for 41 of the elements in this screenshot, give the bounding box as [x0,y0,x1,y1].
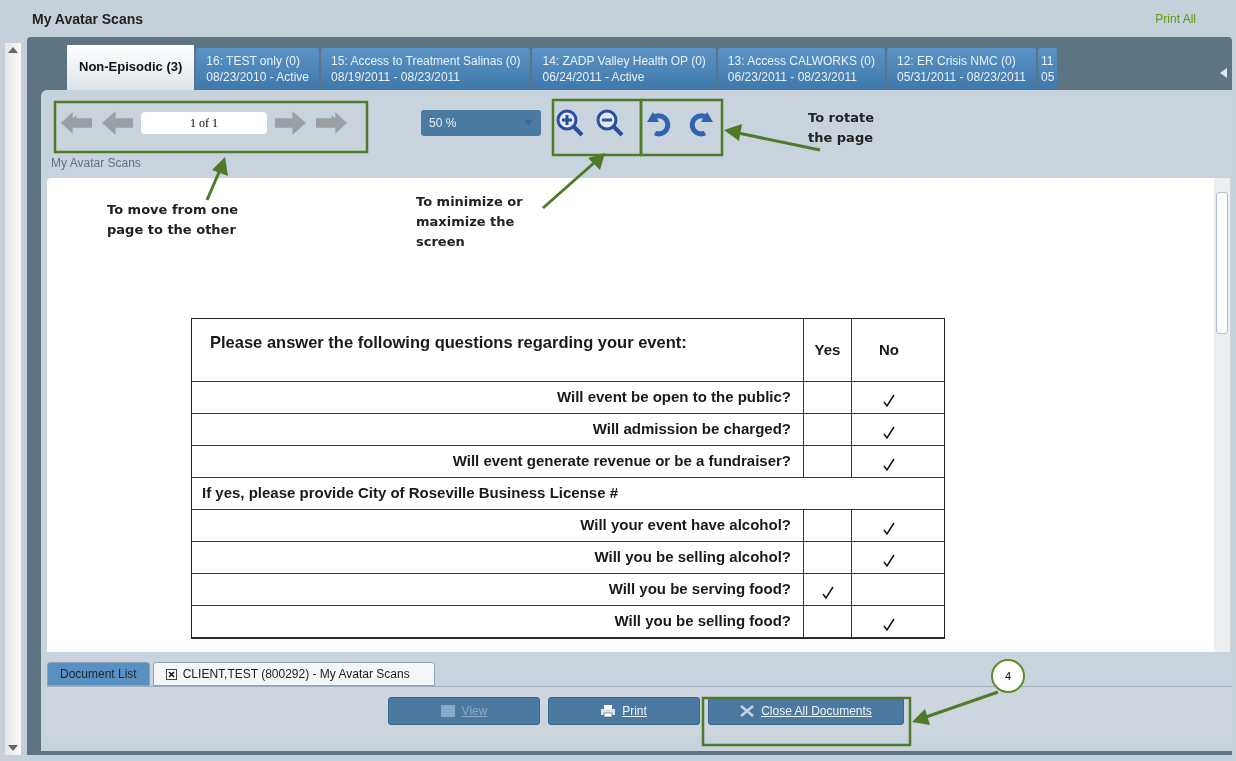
form-heading: Please answer the following questions regarding your event: [192,319,804,381]
action-button[interactable]: Close All Documents [707,697,904,725]
form-question: Will event generate revenue or be a fundraiser? [192,446,804,477]
episode-tab[interactable]: 14: ZADP Valley Health OP (0) 06/24/2011 - Active [532,48,716,90]
episode-tab[interactable]: 15: Access to Treatment Salinas (0) 08/19/2011 - 08/23/2011 [321,48,531,90]
close-icon[interactable] [165,668,177,680]
zoom-in-icon[interactable] [555,108,585,138]
zoom-out-icon[interactable] [595,108,625,138]
pointer-arrow [205,157,228,201]
print-all-link[interactable]: Print All [1155,11,1196,26]
column-heading: No [878,340,900,360]
form-question: Will you be selling food? [192,606,804,637]
annotation-note: To rotate the page [808,109,875,147]
scroll-left-icon[interactable] [1220,68,1228,78]
form-question: Will you be selling alcohol? [192,542,804,573]
document-tab[interactable]: Document List [47,662,150,686]
document-icon [439,704,456,718]
viewer-label: My Avatar Scans [51,156,142,172]
form-note: If yes, please provide City of Roseville Business License # [201,483,618,503]
scrollbar[interactable] [1214,178,1230,652]
form-question: Will you be serving food? [192,574,804,605]
form-question: Will your event have alcohol? [192,510,804,541]
column-heading: Yes [804,319,852,381]
close-icon [739,704,756,718]
document-tab[interactable]: CLIENT,TEST (800292) - My Avatar Scans [152,662,435,686]
episode-tab[interactable]: 11 05 [1038,48,1058,90]
episode-tab[interactable]: 16: TEST only (0) 08/23/2010 - Active [196,48,320,90]
annotation-note: To minimize or maximize the screen [416,193,524,251]
action-button[interactable]: Print [547,697,700,725]
episode-tab[interactable]: 13: Access CALWORKS (0) 06/23/2011 - 08/23/2011 [717,48,885,90]
annotation-note: To move from one page to the other [107,201,239,239]
form-question: Will admission be charged? [192,414,804,445]
form-question: Will event be open to the public? [192,382,804,413]
page-title: My Avatar Scans [32,10,143,27]
zoom-dropdown[interactable]: 50 % [421,110,541,136]
scrollbar[interactable] [5,43,21,755]
episode-tab[interactable]: 12: ER Crisis NMC (0) 05/31/2011 - 08/23/2011 [887,48,1036,90]
printer-icon [600,704,617,718]
pointer-arrow [542,153,605,210]
episode-tab[interactable]: Non-Episodic (3) [67,45,195,90]
page-number-field[interactable]: 1 of 1 [141,112,267,134]
